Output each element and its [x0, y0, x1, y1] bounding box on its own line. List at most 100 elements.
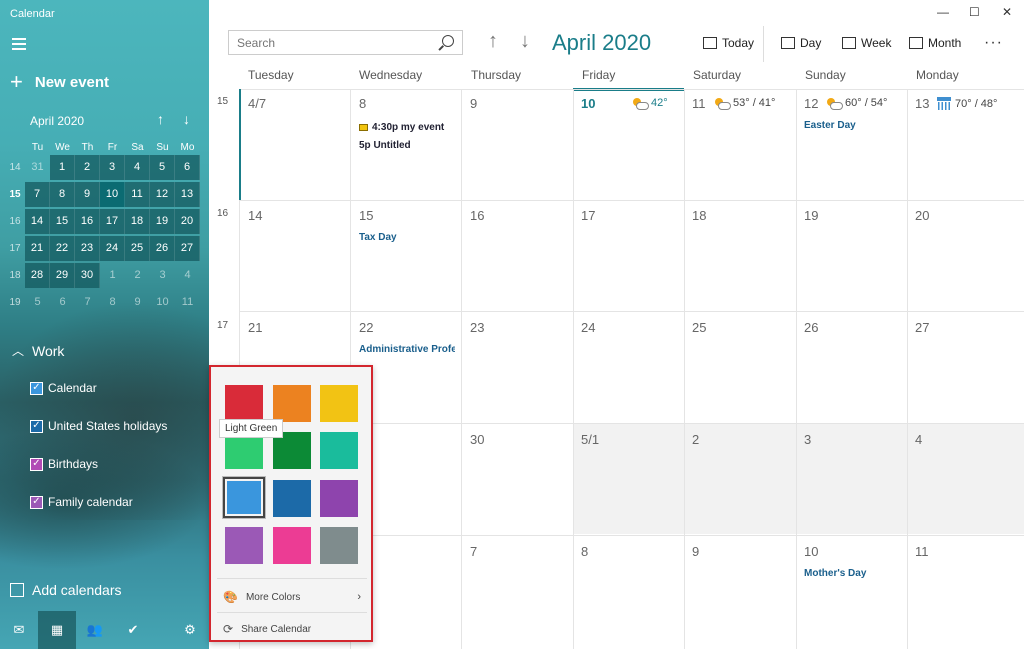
mini-day[interactable]: 2	[125, 263, 150, 288]
hamburger-menu-icon[interactable]	[12, 38, 26, 50]
mini-day[interactable]: 7	[75, 290, 100, 315]
settings-gear-icon[interactable]: ⚙	[171, 611, 209, 649]
day-cell-date[interactable]: 9	[470, 96, 477, 111]
mini-day[interactable]: 4	[175, 263, 200, 288]
month-view-button[interactable]: Month	[909, 36, 961, 50]
mini-day[interactable]: 25	[125, 236, 150, 261]
mini-day[interactable]: 10	[150, 290, 175, 315]
day-cell-date[interactable]: 9	[692, 544, 699, 559]
day-cell-date[interactable]: 11	[915, 544, 929, 559]
mini-day[interactable]: 2	[75, 155, 100, 180]
day-cell-date[interactable]: 24	[581, 320, 595, 335]
mini-day[interactable]: 23	[75, 236, 100, 261]
add-calendars-button[interactable]: Add calendars	[10, 582, 122, 598]
today-button[interactable]: Today	[703, 36, 754, 50]
day-cell-date[interactable]: 4	[915, 432, 922, 447]
mini-day[interactable]: 6	[50, 290, 75, 315]
mini-day[interactable]: 4	[125, 155, 150, 180]
mini-calendar-title[interactable]: April 2020	[30, 114, 84, 128]
mini-day[interactable]: 24	[100, 236, 125, 261]
mini-day[interactable]: 9	[75, 182, 100, 207]
day-cell-date[interactable]: 21	[248, 320, 262, 335]
mini-calendar-prev-arrow-icon[interactable]: ↑	[157, 111, 164, 127]
mini-day[interactable]: 18	[125, 209, 150, 234]
people-icon[interactable]: 👥	[76, 611, 114, 649]
day-cell-date[interactable]: 20	[915, 208, 929, 223]
mini-day[interactable]: 12	[150, 182, 175, 207]
previous-arrow-icon[interactable]: ↑	[488, 30, 498, 53]
calendar-item-calendar[interactable]: ✓ Calendar	[30, 381, 97, 395]
mini-day[interactable]: 27	[175, 236, 200, 261]
mini-day[interactable]: 28	[25, 263, 50, 288]
day-cell-date[interactable]: 16	[470, 208, 484, 223]
day-cell-date[interactable]: 15	[359, 208, 373, 223]
day-cell-date[interactable]: 10	[804, 544, 818, 559]
day-cell-date[interactable]: 12	[804, 96, 818, 111]
day-cell-date[interactable]: 5/1	[581, 432, 599, 447]
day-cell-date-today[interactable]: 10	[581, 96, 595, 111]
week-view-button[interactable]: Week	[842, 36, 891, 50]
event-untitled[interactable]: 5p Untitled	[359, 140, 459, 151]
mini-day[interactable]: 20	[175, 209, 200, 234]
share-calendar-button[interactable]: ⟳ Share Calendar	[211, 615, 371, 643]
mini-day[interactable]: 13	[175, 182, 200, 207]
mini-day[interactable]: 21	[25, 236, 50, 261]
more-colors-button[interactable]: 🎨 More Colors ›	[211, 583, 371, 611]
event-easter-day[interactable]: Easter Day	[804, 120, 904, 131]
checkbox-checked-icon[interactable]: ✓	[30, 381, 43, 395]
mini-day-today[interactable]: 10	[100, 182, 125, 207]
mini-day[interactable]: 3	[150, 263, 175, 288]
day-cell-date[interactable]: 19	[804, 208, 818, 223]
mini-day[interactable]: 8	[100, 290, 125, 315]
day-cell-date[interactable]: 25	[692, 320, 706, 335]
next-arrow-icon[interactable]: ↓	[520, 30, 530, 53]
mini-day[interactable]: 22	[50, 236, 75, 261]
weather-monday[interactable]: 70° / 48°	[937, 97, 997, 111]
work-group-toggle[interactable]: ︿ Work	[12, 342, 64, 359]
weather-sunday[interactable]: 60° / 54°	[825, 97, 887, 110]
weather-friday[interactable]: 42°	[631, 97, 668, 110]
color-swatch[interactable]	[225, 385, 263, 422]
minimize-icon[interactable]: —	[937, 5, 949, 19]
mini-day[interactable]: 9	[125, 290, 150, 315]
day-cell-date[interactable]: 3	[804, 432, 811, 447]
day-cell-date[interactable]: 26	[804, 320, 818, 335]
mini-day[interactable]: 1	[50, 155, 75, 180]
mini-day[interactable]: 11	[175, 290, 200, 315]
mini-day[interactable]: 14	[25, 209, 50, 234]
mini-day[interactable]: 30	[75, 263, 100, 288]
month-title[interactable]: April 2020	[552, 30, 651, 56]
mini-calendar-next-arrow-icon[interactable]: ↓	[183, 111, 190, 127]
day-cell-date[interactable]: 17	[581, 208, 595, 223]
mail-icon[interactable]: ✉	[0, 611, 38, 649]
day-view-button[interactable]: Day	[781, 36, 821, 50]
day-cell-date[interactable]: 13	[915, 96, 929, 111]
day-cell-date[interactable]: 8	[359, 96, 366, 111]
close-icon[interactable]: ✕	[1002, 5, 1012, 19]
color-swatch[interactable]	[320, 432, 358, 469]
mini-day[interactable]: 5	[25, 290, 50, 315]
mini-day[interactable]: 6	[175, 155, 200, 180]
color-swatch[interactable]	[273, 480, 311, 517]
day-cell-date[interactable]: 27	[915, 320, 929, 335]
checkbox-checked-icon[interactable]: ✓	[30, 457, 43, 471]
mini-day[interactable]: 26	[150, 236, 175, 261]
mini-day[interactable]: 29	[50, 263, 75, 288]
color-swatch[interactable]	[273, 385, 311, 422]
todo-icon[interactable]: ✔	[114, 611, 152, 649]
day-cell-date[interactable]: 7	[470, 544, 477, 559]
day-cell-date[interactable]: 14	[248, 208, 262, 223]
mini-day[interactable]: 3	[100, 155, 125, 180]
calendar-icon[interactable]: ▦	[38, 611, 76, 649]
color-swatch[interactable]	[320, 527, 358, 564]
mini-day[interactable]: 7	[25, 182, 50, 207]
mini-day[interactable]: 16	[75, 209, 100, 234]
day-cell-date[interactable]: 8	[581, 544, 588, 559]
search-input[interactable]	[237, 35, 427, 50]
maximize-icon[interactable]: ☐	[969, 5, 980, 19]
day-cell-date[interactable]: 22	[359, 320, 373, 335]
mini-day[interactable]: 31	[25, 155, 50, 180]
day-cell-date[interactable]: 23	[470, 320, 484, 335]
day-cell-date[interactable]: 30	[470, 432, 484, 447]
calendar-item-birthdays[interactable]: ✓ Birthdays	[30, 457, 98, 471]
